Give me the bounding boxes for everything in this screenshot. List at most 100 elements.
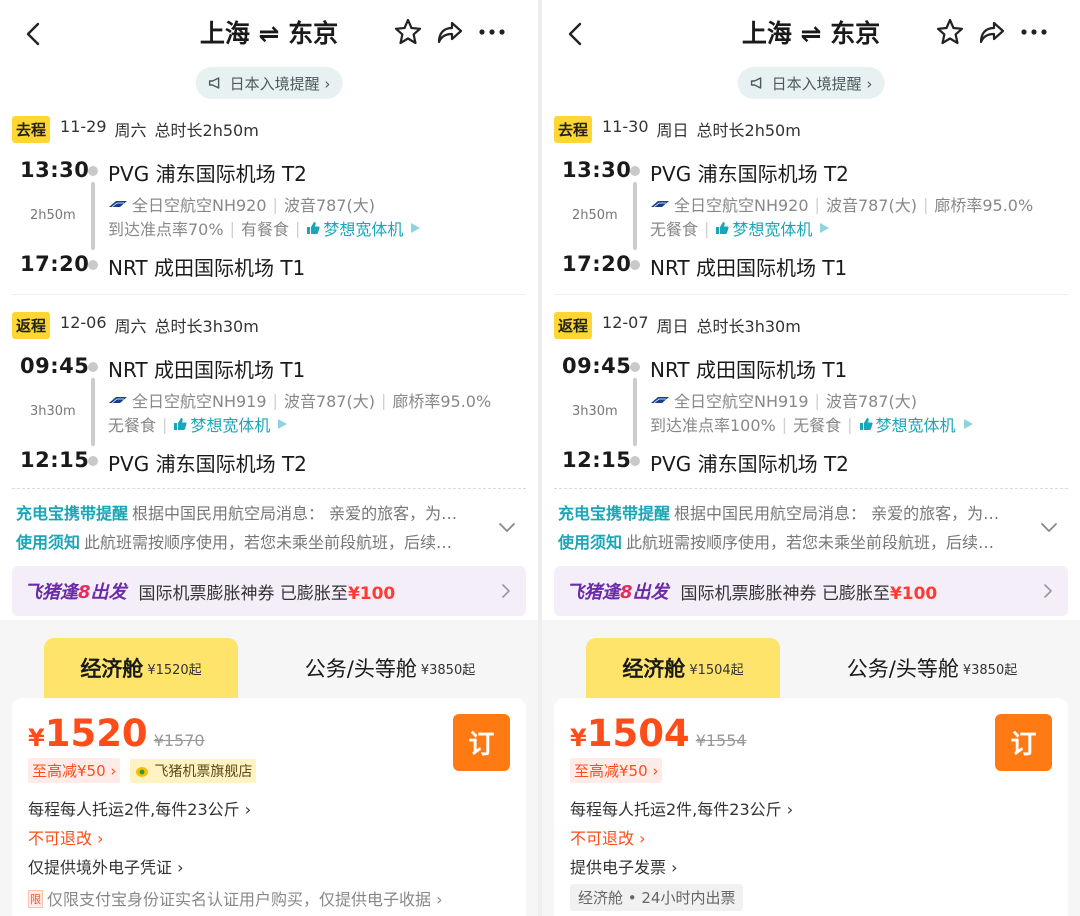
play-icon[interactable] [276, 418, 288, 430]
promo-amount: ¥100 [889, 583, 938, 604]
tab-economy[interactable]: 经济舱 ¥1520起 [44, 638, 238, 698]
dreamliner-tag[interactable]: 梦想宽体机 [859, 412, 956, 436]
fliggy-shop-icon [136, 766, 149, 777]
dreamliner-label: 梦想宽体机 [323, 220, 404, 239]
info-separator: | [272, 194, 278, 214]
reminder-text: 此航班需按顺序使用，若您未乘坐前段航班，后续… [626, 533, 995, 552]
usage-notice[interactable]: 使用须知 此航班需按顺序使用，若您未乘坐前段航班，后续… [16, 529, 490, 553]
thumbs-up-icon [174, 418, 188, 430]
leg-badge: 返程 [554, 311, 593, 339]
book-button[interactable]: 订 [453, 714, 510, 771]
voucher-rule[interactable]: 提供电子发票 › [570, 854, 678, 878]
arrival-time: 12:15 [20, 448, 90, 472]
thumbs-up-icon [307, 222, 320, 234]
chevron-down-icon[interactable] [496, 516, 518, 538]
timeline-line [91, 182, 95, 250]
leg-date: 12-07 [602, 313, 649, 332]
promo-text: 国际机票膨胀神券 已膨胀至¥100 [680, 583, 938, 604]
flight-service-line: | 无餐食 | 梦想宽体机 [650, 216, 830, 240]
airline-logo-icon [109, 397, 127, 404]
limit-text: 仅限支付宝身份证实名认证用户购买，仅提供电子收据 › [47, 890, 443, 909]
arrival-dot [88, 456, 98, 466]
dreamliner-tag[interactable]: 梦想宽体机 [306, 216, 403, 240]
reminder-title: 使用须知 [16, 533, 81, 552]
discount-tag[interactable]: 至高减¥50 › [28, 758, 121, 783]
purchase-limit-rule[interactable]: 限仅限支付宝身份证实名认证用户购买，仅提供电子收据 › [28, 886, 443, 910]
discount-tag[interactable]: 至高减¥50 › [570, 758, 663, 783]
tab-economy[interactable]: 经济舱 ¥1504起 [586, 638, 780, 698]
price-value: 1520 [44, 712, 148, 755]
flight-info-line: 全日空航空NH919 | 波音787(大) | 廊桥率95.0% [108, 388, 491, 412]
flight-duration: 2h50m [572, 208, 618, 223]
reminder-text: 此航班需按顺序使用，若您未乘坐前段航班，后续… [84, 533, 453, 552]
baggage-rule[interactable]: 每程每人托运2件,每件23公斤 › [28, 796, 251, 820]
coupon-promo-banner[interactable]: 飞猪逢8出发 国际机票膨胀神券 已膨胀至¥100 [12, 566, 526, 616]
star-icon[interactable] [392, 16, 424, 48]
voucher-rule[interactable]: 仅提供境外电子凭证 › [28, 854, 184, 878]
airline-flight: 全日空航空NH919 [674, 392, 809, 411]
tab-economy-price: ¥1504起 [689, 662, 744, 678]
chevron-right-icon [1044, 584, 1052, 598]
dreamliner-tag[interactable]: 梦想宽体机 [173, 412, 270, 436]
play-icon[interactable] [409, 222, 421, 234]
section-divider [12, 294, 526, 295]
powerbank-reminder[interactable]: 充电宝携带提醒 根据中国民用航空局消息： 亲爱的旅客，为… [16, 500, 490, 524]
chevron-right-icon [502, 584, 510, 598]
leg-total-duration: 总时长2h50m [696, 121, 801, 140]
refund-rule[interactable]: 不可退改 › [570, 825, 646, 849]
usage-notice[interactable]: 使用须知 此航班需按顺序使用，若您未乘坐前段航班，后续… [558, 529, 1032, 553]
entry-notice-label: 日本入境提醒 › [229, 74, 331, 93]
powerbank-reminder[interactable]: 充电宝携带提醒 根据中国民用航空局消息： 亲爱的旅客，为… [558, 500, 1032, 524]
departure-time: 09:45 [20, 354, 90, 378]
leg-header: 返程 12-07 周日 总时长3h30m [554, 311, 801, 339]
dreamliner-label: 梦想宽体机 [875, 416, 956, 435]
flight-duration: 3h30m [30, 404, 76, 419]
dreamliner-tag[interactable]: 梦想宽体机 [715, 216, 812, 240]
info-separator: | [814, 194, 820, 214]
baggage-rule[interactable]: 每程每人托运2件,每件23公斤 › [570, 796, 793, 820]
coupon-promo-banner[interactable]: 飞猪逢8出发 国际机票膨胀神券 已膨胀至¥100 [554, 566, 1068, 616]
share-icon[interactable] [976, 16, 1008, 48]
more-icon[interactable] [476, 16, 508, 48]
fliggy-brand-logo: 飞猪逢8出发 [24, 582, 127, 603]
leg-date: 12-06 [60, 313, 107, 332]
dreamliner-label: 梦想宽体机 [190, 416, 271, 435]
reminder-title: 使用须知 [558, 533, 623, 552]
fare-price: ¥ 1520 ¥1570 [28, 712, 205, 755]
meal-info: 无餐食 [793, 416, 842, 435]
star-icon[interactable] [934, 16, 966, 48]
tab-business-first[interactable]: 公务/头等舱 ¥3850起 [802, 638, 1062, 698]
departure-time: 09:45 [562, 354, 632, 378]
play-icon[interactable] [962, 418, 974, 430]
book-button[interactable]: 订 [995, 714, 1052, 771]
departure-dot [88, 362, 98, 372]
nav-header: 上海 ⇌ 东京 [0, 0, 538, 64]
aircraft-type: 波音787(大) [825, 392, 917, 411]
entry-notice-pill[interactable]: 日本入境提醒 › [195, 67, 343, 99]
fliggy-brand-logo: 飞猪逢8出发 [566, 582, 669, 603]
flight-info-line: 全日空航空NH920 | 波音787(大) | 廊桥率95.0% [650, 192, 1033, 216]
play-icon[interactable] [818, 222, 830, 234]
airline-logo-icon [651, 397, 669, 404]
departure-airport: NRT 成田国际机场 T1 [108, 358, 306, 382]
nav-header: 上海 ⇌ 东京 [542, 0, 1080, 64]
more-icon[interactable] [1018, 16, 1050, 48]
dashed-divider [554, 488, 1068, 489]
right-screen: 上海 ⇌ 东京 日本入境提醒 › 去程 11-30 周日 总时长2h50m 13… [542, 0, 1080, 916]
share-icon[interactable] [434, 16, 466, 48]
chevron-down-icon[interactable] [1038, 516, 1060, 538]
entry-notice-pill[interactable]: 日本入境提醒 › [737, 67, 885, 99]
arrival-time: 17:20 [562, 252, 632, 276]
reminder-text: 根据中国民用航空局消息： 亲爱的旅客，为… [132, 504, 458, 523]
tab-economy-label: 经济舱 [622, 657, 686, 681]
info-separator: | [162, 414, 168, 434]
leg-badge: 返程 [12, 311, 51, 339]
tab-business-first[interactable]: 公务/头等舱 ¥3850起 [260, 638, 520, 698]
departure-dot [630, 166, 640, 176]
promo-amount: ¥100 [347, 583, 396, 604]
airline-flight: 全日空航空NH919 [132, 392, 267, 411]
refund-rule[interactable]: 不可退改 › [28, 825, 104, 849]
airline-logo-icon [651, 201, 669, 208]
entry-notice-label: 日本入境提醒 › [771, 74, 873, 93]
info-separator: | [847, 414, 853, 434]
